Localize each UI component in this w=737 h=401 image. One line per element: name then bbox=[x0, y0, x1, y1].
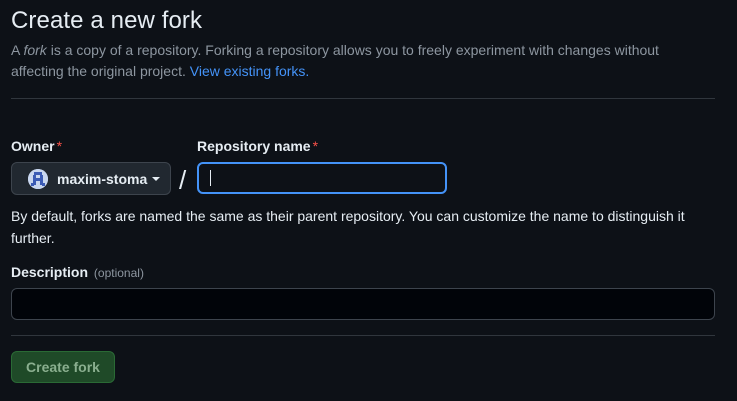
description-fork-word: fork bbox=[23, 42, 47, 58]
page-description: A fork is a copy of a repository. Forkin… bbox=[11, 40, 711, 82]
divider bbox=[11, 335, 715, 336]
optional-text: (optional) bbox=[93, 266, 144, 280]
caret-down-icon bbox=[152, 177, 161, 181]
text-cursor bbox=[210, 170, 211, 186]
repository-name-hint: By default, forks are named the same as … bbox=[11, 208, 685, 246]
repository-name-label: Repository name * bbox=[197, 138, 318, 154]
description-body: is a copy of a repository. Forking a rep… bbox=[11, 42, 659, 79]
description-label-text: Description bbox=[11, 264, 89, 280]
required-mark: * bbox=[56, 138, 63, 154]
owner-label: Owner * bbox=[11, 138, 62, 154]
view-existing-forks-link[interactable]: View existing forks. bbox=[190, 63, 310, 79]
description-prefix: A bbox=[11, 42, 24, 58]
user-avatar-icon bbox=[28, 168, 48, 189]
description-label: Description (optional) bbox=[11, 264, 144, 280]
required-mark: * bbox=[312, 138, 319, 154]
description-input[interactable] bbox=[11, 288, 715, 320]
page-title: Create a new fork bbox=[11, 7, 203, 34]
owner-dropdown-button[interactable]: maxim-stoma bbox=[11, 162, 171, 195]
divider bbox=[11, 98, 715, 99]
owner-selected-value: maxim-stoma bbox=[57, 170, 148, 187]
owner-repo-separator: / bbox=[179, 165, 187, 195]
fork-page: Create a new fork A fork is a copy of a … bbox=[0, 0, 737, 401]
owner-label-text: Owner bbox=[11, 138, 55, 154]
repository-name-input[interactable] bbox=[197, 162, 447, 194]
repository-name-label-text: Repository name bbox=[197, 138, 311, 154]
create-fork-button[interactable]: Create fork bbox=[11, 351, 115, 383]
